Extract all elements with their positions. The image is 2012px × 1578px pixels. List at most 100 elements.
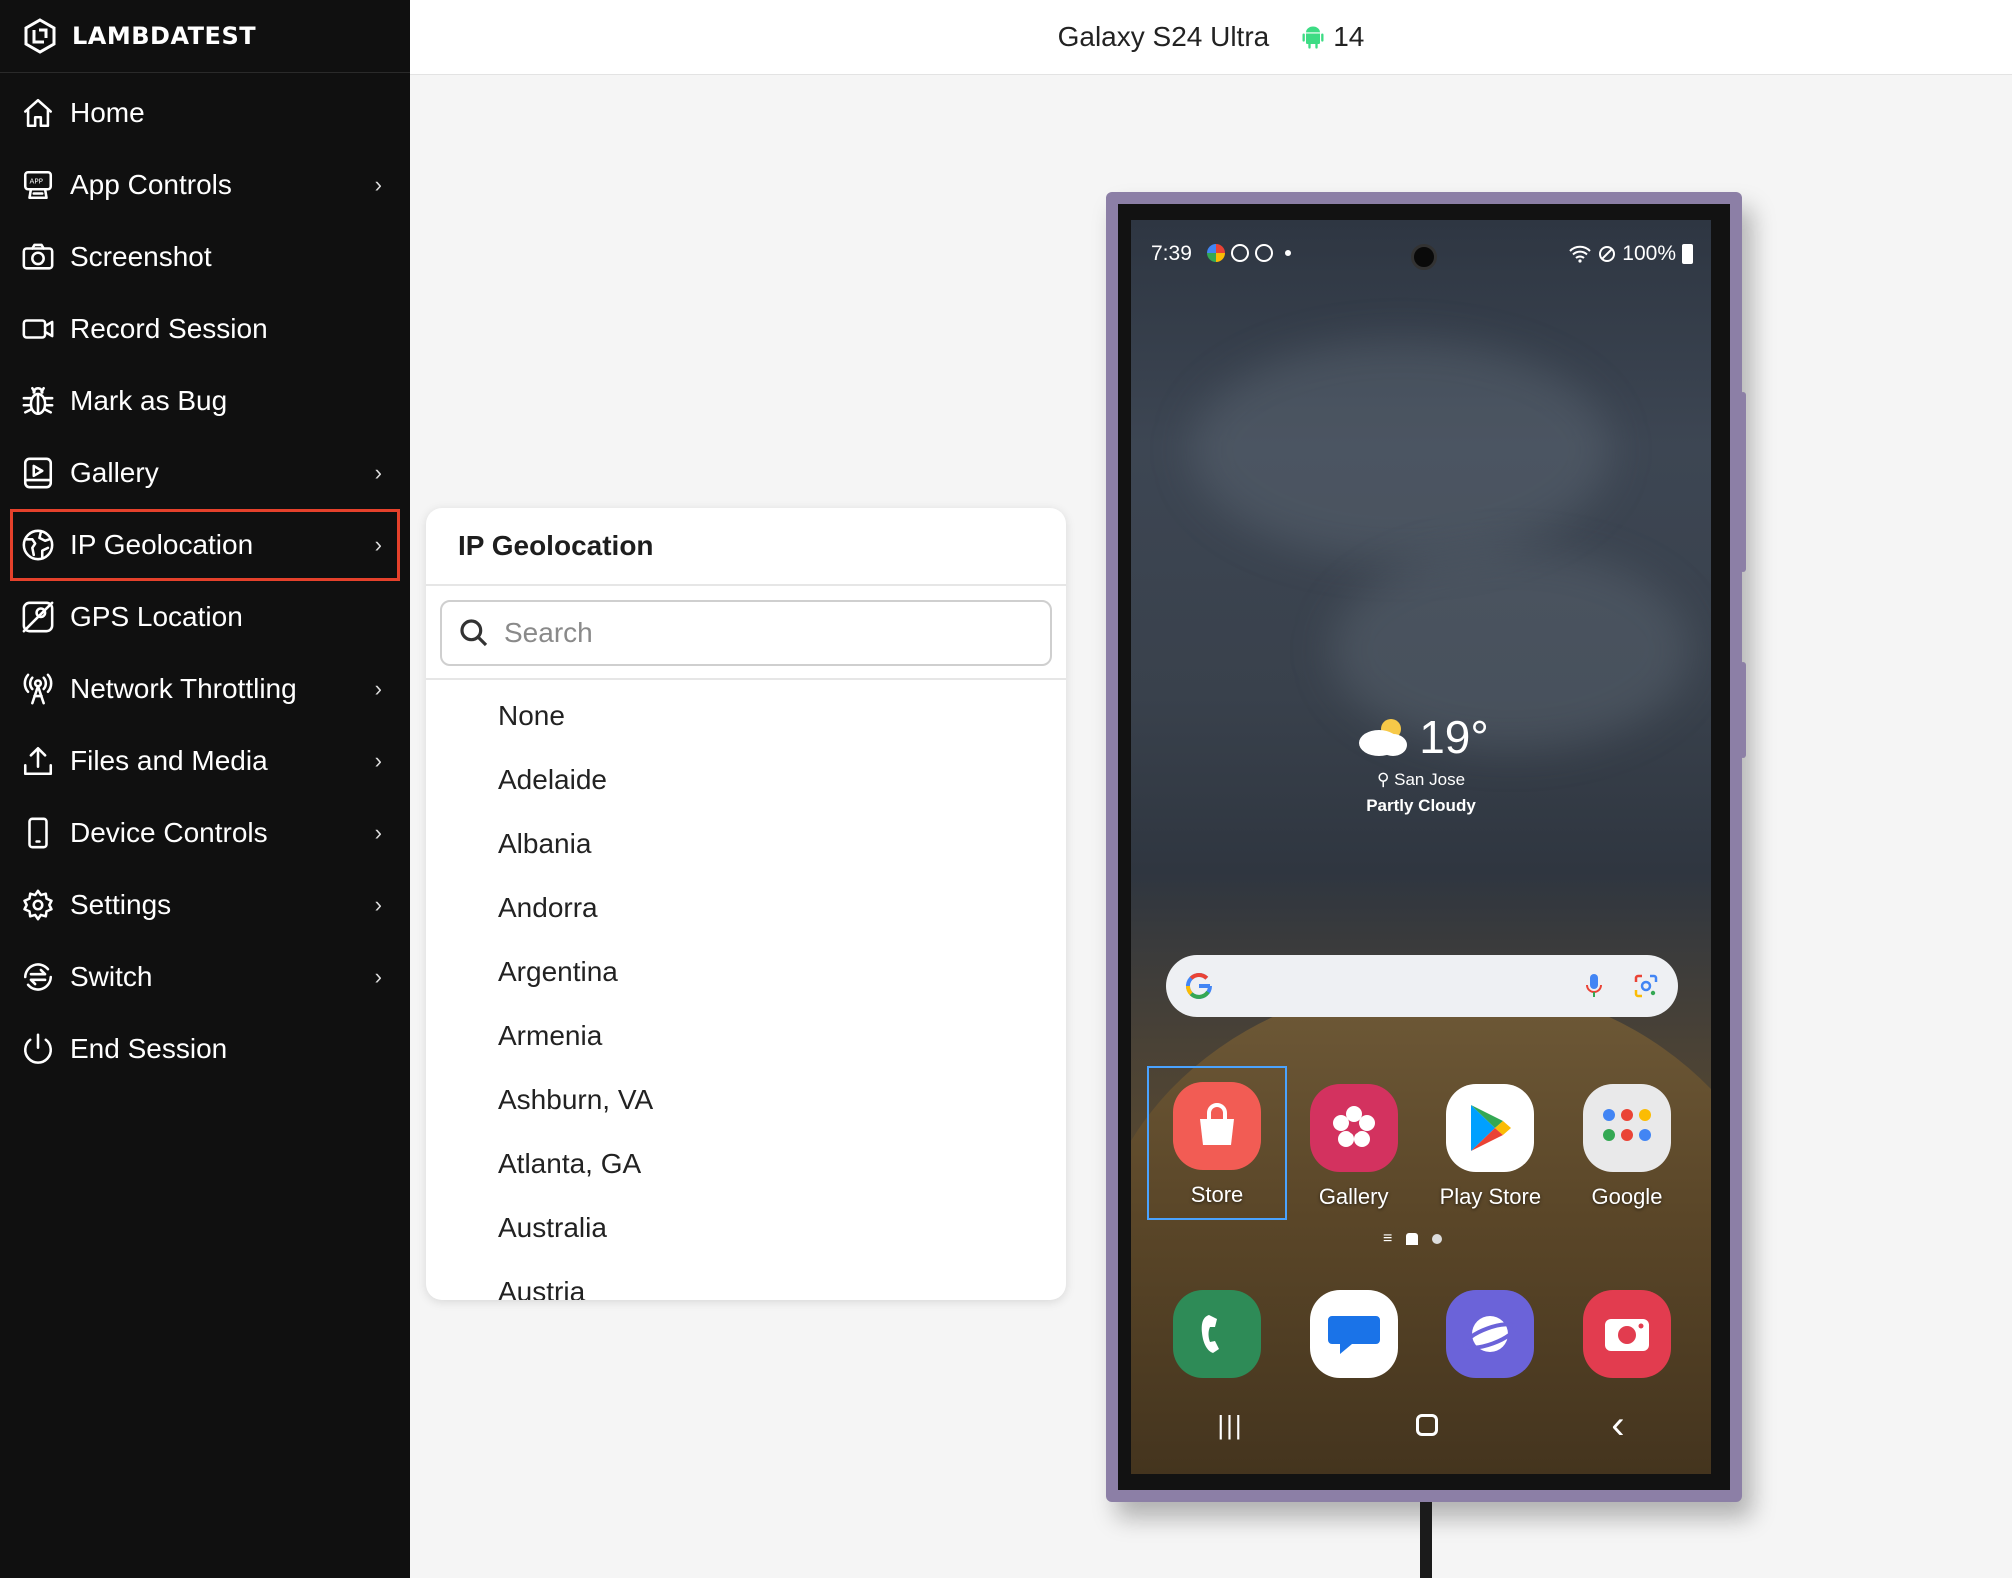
android-nav-bar: ||| ‹ <box>1131 1400 1711 1450</box>
google-search-bar[interactable] <box>1166 955 1678 1017</box>
sidebar-item-screenshot[interactable]: Screenshot <box>0 221 410 293</box>
chevron-right-icon: › <box>374 964 382 989</box>
sidebar-item-gallery[interactable]: Gallery › <box>0 437 410 509</box>
sidebar-item-switch[interactable]: Switch › <box>0 941 410 1013</box>
dock <box>1149 1290 1695 1378</box>
app-gallery[interactable]: Gallery <box>1286 1068 1422 1218</box>
location-item[interactable]: Argentina <box>426 940 1066 1004</box>
power-button <box>1740 662 1746 758</box>
dock-internet[interactable] <box>1422 1290 1558 1378</box>
play-store-icon <box>1446 1084 1535 1172</box>
weather-location: ⚲ San Jose <box>1131 770 1711 790</box>
weather-location-name: San Jose <box>1394 770 1466 789</box>
page-list-icon: ≡ <box>1383 1230 1393 1247</box>
location-item[interactable]: Austria <box>426 1260 1066 1300</box>
sidebar-item-label: Screenshot <box>70 241 212 272</box>
chevron-right-icon: › <box>374 460 382 485</box>
chevron-right-icon: › <box>374 820 382 845</box>
camera-icon <box>20 239 56 275</box>
location-item[interactable]: Albania <box>426 812 1066 876</box>
sidebar-item-mark-as-bug[interactable]: Mark as Bug <box>0 365 410 437</box>
chevron-right-icon: › <box>374 532 382 557</box>
status-time: 7:39 <box>1151 242 1192 265</box>
sidebar-item-label: Home <box>70 97 145 128</box>
sidebar-item-label: GPS Location <box>70 601 243 632</box>
os-version: 14 <box>1333 21 1365 52</box>
location-item[interactable]: Andorra <box>426 876 1066 940</box>
os-version-badge: 14 <box>1299 21 1364 53</box>
search-icon <box>460 619 488 647</box>
lambdatest-logo-icon <box>24 18 56 54</box>
device-header: Galaxy S24 Ultra 14 <box>410 0 2012 75</box>
google-lens-icon[interactable] <box>1632 972 1660 1000</box>
dock-messages[interactable] <box>1286 1290 1422 1378</box>
internet-icon <box>1446 1290 1535 1378</box>
sidebar-item-label: Gallery <box>70 457 159 488</box>
back-button[interactable]: ‹ <box>1611 1403 1624 1448</box>
shopping-bag-icon <box>1173 1082 1261 1170</box>
home-icon <box>20 95 56 131</box>
search-container <box>426 586 1066 680</box>
sidebar-item-gps-location[interactable]: GPS Location <box>0 581 410 653</box>
location-item[interactable]: Australia <box>426 1196 1066 1260</box>
weather-main: 19° <box>1131 710 1711 764</box>
sidebar-item-label: Device Controls <box>70 817 268 848</box>
sidebar-item-ip-geolocation[interactable]: IP Geolocation › <box>10 509 400 581</box>
search-input[interactable] <box>504 617 1024 649</box>
weather-condition: Partly Cloudy <box>1366 796 1476 815</box>
sidebar-item-label: End Session <box>70 1033 228 1064</box>
sidebar-nav: Home APP App Controls › Screenshot Recor… <box>0 73 410 1085</box>
microphone-icon[interactable] <box>1584 972 1604 1000</box>
sidebar-item-label: Network Throttling <box>70 673 297 704</box>
sidebar-item-label: IP Geolocation <box>70 529 254 560</box>
page-indicator: ≡ <box>1383 1230 1443 1248</box>
volume-button <box>1740 392 1746 572</box>
sidebar-item-label: App Controls <box>70 169 232 200</box>
wallpaper-cloud <box>1191 340 1611 560</box>
sidebar-item-device-controls[interactable]: Device Controls › <box>0 797 410 869</box>
camera-app-icon <box>1582 1290 1671 1378</box>
location-item[interactable]: Atlanta, GA <box>426 1132 1066 1196</box>
sidebar-item-home[interactable]: Home <box>0 77 410 149</box>
app-store[interactable]: Store <box>1147 1066 1287 1220</box>
chrome-icon <box>1207 244 1225 262</box>
notification-icon <box>1255 244 1273 262</box>
google-g-icon <box>1185 972 1212 999</box>
gallery-icon <box>20 455 56 491</box>
weather-widget[interactable]: 19° ⚲ San Jose Partly Cloudy <box>1131 710 1711 816</box>
flower-icon <box>1309 1084 1398 1172</box>
sidebar-item-network-throttling[interactable]: Network Throttling › <box>0 653 410 725</box>
recents-button[interactable]: ||| <box>1217 1410 1243 1441</box>
chevron-right-icon: › <box>374 172 382 197</box>
search-actions <box>1584 972 1660 1000</box>
battery-icon <box>1682 244 1693 264</box>
location-item[interactable]: Ashburn, VA <box>426 1068 1066 1132</box>
app-play-store[interactable]: Play Store <box>1422 1068 1558 1218</box>
location-item[interactable]: None <box>426 684 1066 748</box>
map-pin-icon <box>20 599 56 635</box>
sidebar-item-settings[interactable]: Settings › <box>0 869 410 941</box>
upload-icon <box>20 743 56 779</box>
usb-cable <box>1420 1502 1432 1578</box>
partly-cloudy-icon <box>1359 719 1408 756</box>
brand-name: LAMBDATEST <box>72 22 257 50</box>
phone-icon <box>1173 1290 1261 1378</box>
sidebar-item-label: Settings <box>70 889 172 920</box>
app-google-folder[interactable]: Google <box>1559 1068 1695 1218</box>
brand-header: LAMBDATEST <box>0 0 410 73</box>
search-box <box>440 600 1052 666</box>
ip-geolocation-panel: IP Geolocation None Adelaide Albania And… <box>426 508 1066 1300</box>
location-item[interactable]: Adelaide <box>426 748 1066 812</box>
phone-screen[interactable]: 7:39 100% 19° ⚲ San Jose Partly Cloudy S… <box>1131 220 1711 1474</box>
sidebar-item-record-session[interactable]: Record Session <box>0 293 410 365</box>
dock-camera[interactable] <box>1559 1290 1695 1378</box>
location-item[interactable]: Armenia <box>426 1004 1066 1068</box>
sidebar-item-app-controls[interactable]: APP App Controls › <box>0 149 410 221</box>
sidebar-item-end-session[interactable]: End Session <box>0 1013 410 1085</box>
android-icon <box>1302 26 1324 49</box>
front-camera <box>1411 244 1437 270</box>
dock-phone[interactable] <box>1149 1290 1285 1378</box>
device-icon <box>20 815 56 851</box>
sidebar-item-files-and-media[interactable]: Files and Media › <box>0 725 410 797</box>
home-button[interactable] <box>1416 1414 1439 1436</box>
